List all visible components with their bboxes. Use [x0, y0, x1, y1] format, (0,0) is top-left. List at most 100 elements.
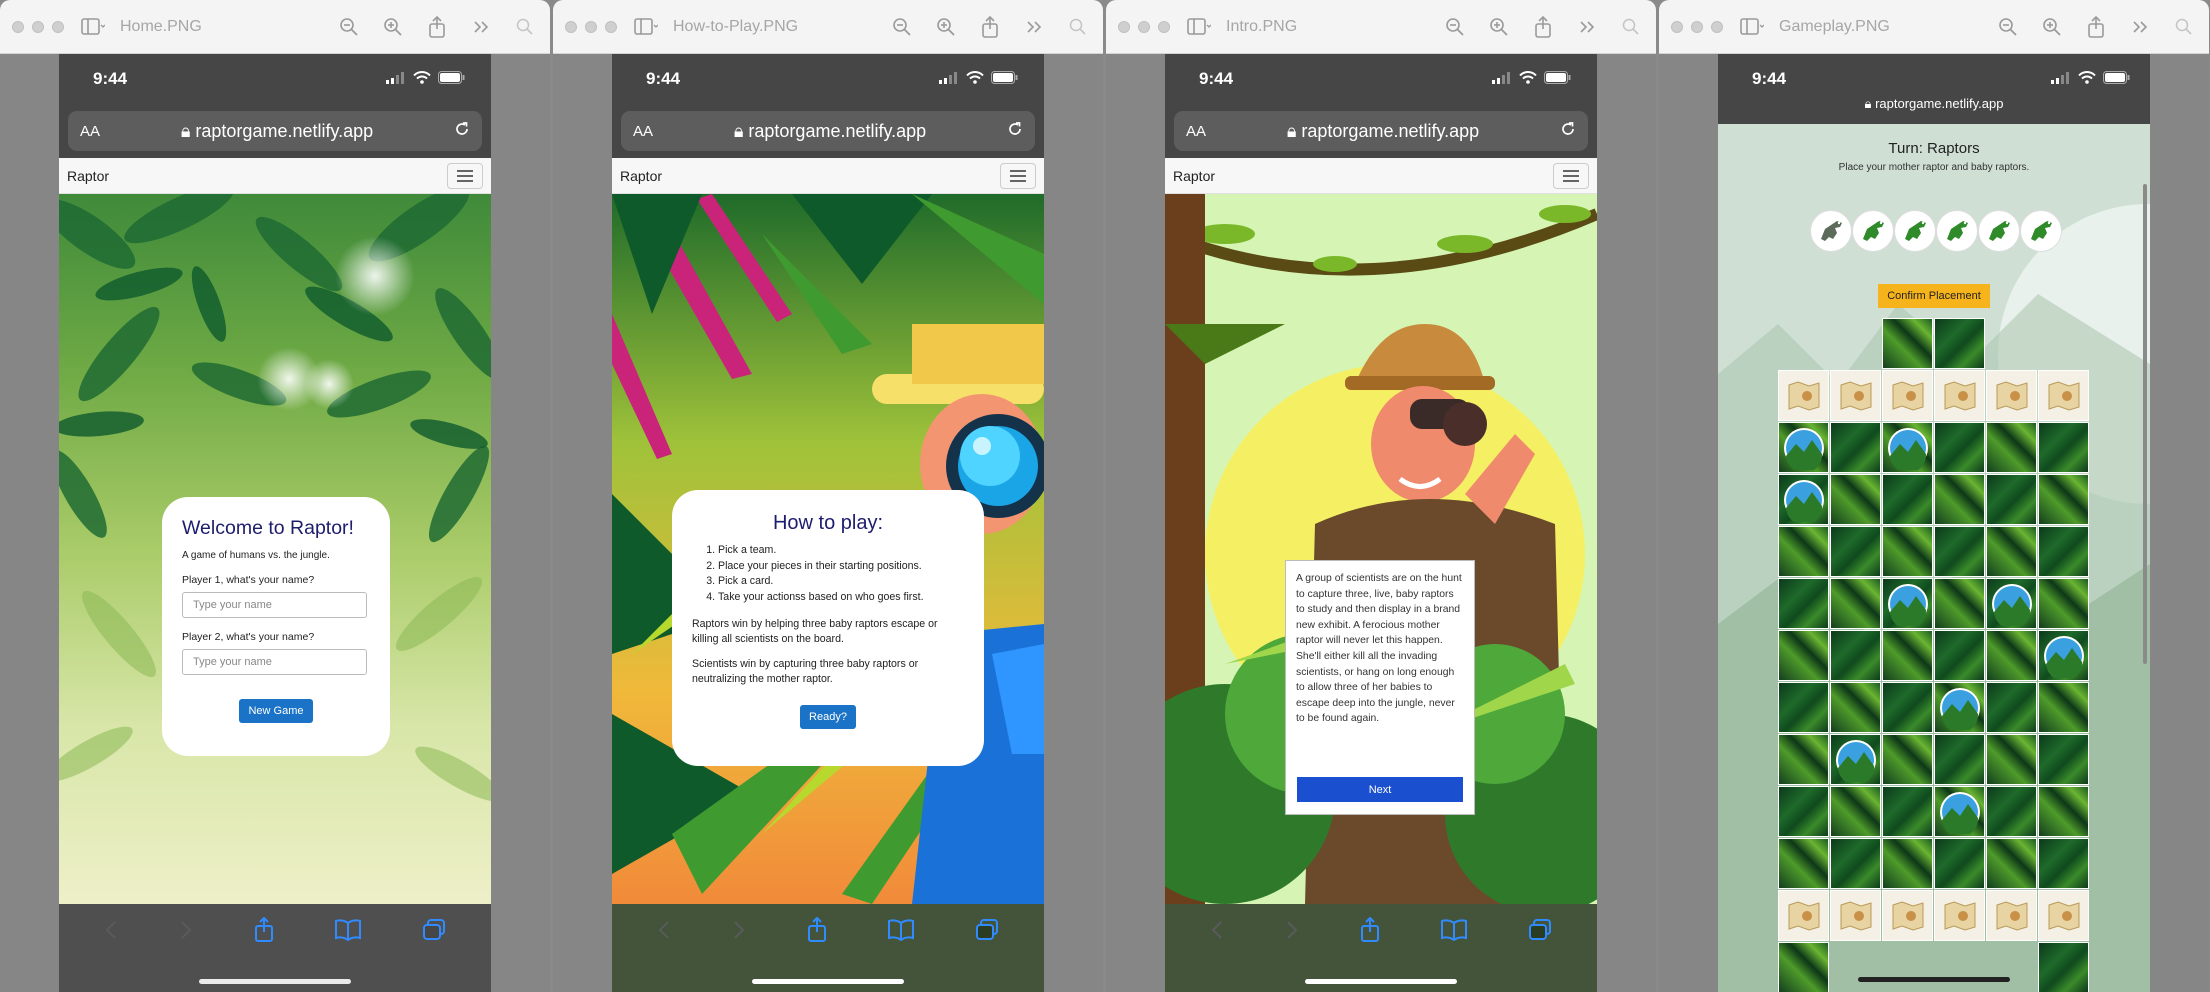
- more-toolbar-icon[interactable]: [1574, 14, 1600, 40]
- board-cell[interactable]: [1830, 890, 1881, 941]
- more-toolbar-icon[interactable]: [1021, 14, 1047, 40]
- board-cell[interactable]: [1934, 578, 1985, 629]
- board-cell[interactable]: [1986, 786, 2037, 837]
- zoom-window-button[interactable]: [605, 20, 617, 33]
- board-cell[interactable]: [1778, 526, 1829, 577]
- hamburger-menu-button[interactable]: [1553, 162, 1589, 189]
- forward-icon[interactable]: [179, 919, 193, 946]
- board-cell[interactable]: [2038, 890, 2089, 941]
- more-toolbar-icon[interactable]: [2127, 14, 2153, 40]
- search-icon[interactable]: [2171, 14, 2197, 40]
- minimize-window-button[interactable]: [1138, 20, 1150, 33]
- board-cell[interactable]: [1986, 734, 2037, 785]
- board-cell[interactable]: [1986, 526, 2037, 577]
- board-cell[interactable]: [1778, 474, 1829, 525]
- board-cell[interactable]: [1882, 474, 1933, 525]
- search-icon[interactable]: [1065, 14, 1091, 40]
- board-cell[interactable]: [1830, 630, 1881, 681]
- hamburger-menu-button[interactable]: [1000, 162, 1036, 189]
- board-cell[interactable]: [2038, 942, 2089, 992]
- reload-icon[interactable]: [454, 121, 470, 142]
- board-cell[interactable]: [1934, 474, 1985, 525]
- sidebar-toggle-icon[interactable]: [633, 14, 659, 40]
- back-icon[interactable]: [1210, 919, 1224, 946]
- board-cell[interactable]: [1882, 890, 1933, 941]
- board-cell[interactable]: [1830, 734, 1881, 785]
- share-sheet-icon[interactable]: [1360, 916, 1380, 948]
- board-cell[interactable]: [2038, 786, 2089, 837]
- board-cell[interactable]: [1778, 370, 1829, 421]
- board-cell[interactable]: [1882, 578, 1933, 629]
- sidebar-toggle-icon[interactable]: [1739, 14, 1765, 40]
- back-icon[interactable]: [657, 919, 671, 946]
- address-url[interactable]: 🔒︎ raptorgame.netlify.app: [100, 121, 454, 142]
- reader-aa-button[interactable]: AA: [80, 123, 100, 140]
- board-cell[interactable]: [1986, 370, 2037, 421]
- close-window-button[interactable]: [565, 20, 577, 33]
- board-cell[interactable]: [1934, 630, 1985, 681]
- board-cell[interactable]: [1934, 838, 1985, 889]
- board-cell[interactable]: [1778, 630, 1829, 681]
- board-cell[interactable]: [1778, 422, 1829, 473]
- zoom-out-icon[interactable]: [336, 14, 362, 40]
- board-cell[interactable]: [1986, 578, 2037, 629]
- zoom-in-icon[interactable]: [933, 14, 959, 40]
- close-window-button[interactable]: [1118, 20, 1130, 33]
- board-cell[interactable]: [1986, 422, 2037, 473]
- board-cell[interactable]: [1830, 422, 1881, 473]
- board-cell[interactable]: [2038, 370, 2089, 421]
- board-cell[interactable]: [1882, 734, 1933, 785]
- close-window-button[interactable]: [1671, 20, 1683, 33]
- board-cell[interactable]: [1934, 682, 1985, 733]
- zoom-out-icon[interactable]: [1442, 14, 1468, 40]
- share-icon[interactable]: [424, 14, 450, 40]
- board-cell[interactable]: [1934, 890, 1985, 941]
- reload-icon[interactable]: [1007, 121, 1023, 142]
- board-cell[interactable]: [1986, 890, 2037, 941]
- board-cell[interactable]: [1934, 318, 1985, 369]
- board-cell[interactable]: [2038, 630, 2089, 681]
- zoom-out-icon[interactable]: [889, 14, 915, 40]
- back-icon[interactable]: [104, 919, 118, 946]
- tabs-icon[interactable]: [1528, 918, 1552, 946]
- sidebar-toggle-icon[interactable]: [80, 14, 106, 40]
- zoom-in-icon[interactable]: [2039, 14, 2065, 40]
- bookmarks-icon[interactable]: [335, 918, 362, 946]
- board-cell[interactable]: [1778, 682, 1829, 733]
- board-cell[interactable]: [1778, 734, 1829, 785]
- ready-button[interactable]: Ready?: [800, 705, 856, 729]
- new-game-button[interactable]: New Game: [239, 699, 313, 723]
- zoom-window-button[interactable]: [1158, 20, 1170, 33]
- address-bar[interactable]: AA 🔒︎ raptorgame.netlify.app: [1174, 111, 1588, 151]
- player1-name-input[interactable]: [182, 592, 367, 618]
- forward-icon[interactable]: [1285, 919, 1299, 946]
- sidebar-toggle-icon[interactable]: [1186, 14, 1212, 40]
- compact-address-url[interactable]: 🔒︎ raptorgame.netlify.app: [1718, 96, 2150, 112]
- board-cell[interactable]: [1934, 734, 1985, 785]
- bookmarks-icon[interactable]: [1441, 918, 1468, 946]
- board-cell[interactable]: [1778, 838, 1829, 889]
- next-button[interactable]: Next: [1297, 777, 1463, 802]
- reader-aa-button[interactable]: AA: [1186, 123, 1206, 140]
- bookmarks-icon[interactable]: [888, 918, 915, 946]
- board-cell[interactable]: [1882, 526, 1933, 577]
- reload-icon[interactable]: [1560, 121, 1576, 142]
- more-toolbar-icon[interactable]: [468, 14, 494, 40]
- minimize-window-button[interactable]: [1691, 20, 1703, 33]
- board-cell[interactable]: [2038, 578, 2089, 629]
- close-window-button[interactable]: [12, 20, 24, 33]
- share-sheet-icon[interactable]: [807, 916, 827, 948]
- share-icon[interactable]: [977, 14, 1003, 40]
- board-cell[interactable]: [1830, 526, 1881, 577]
- board-cell[interactable]: [1986, 474, 2037, 525]
- share-icon[interactable]: [2083, 14, 2109, 40]
- player2-name-input[interactable]: [182, 649, 367, 675]
- zoom-in-icon[interactable]: [380, 14, 406, 40]
- zoom-in-icon[interactable]: [1486, 14, 1512, 40]
- board-cell[interactable]: [1830, 370, 1881, 421]
- minimize-window-button[interactable]: [585, 20, 597, 33]
- board-cell[interactable]: [1882, 318, 1933, 369]
- minimize-window-button[interactable]: [32, 20, 44, 33]
- board-cell[interactable]: [1986, 630, 2037, 681]
- board-cell[interactable]: [1778, 890, 1829, 941]
